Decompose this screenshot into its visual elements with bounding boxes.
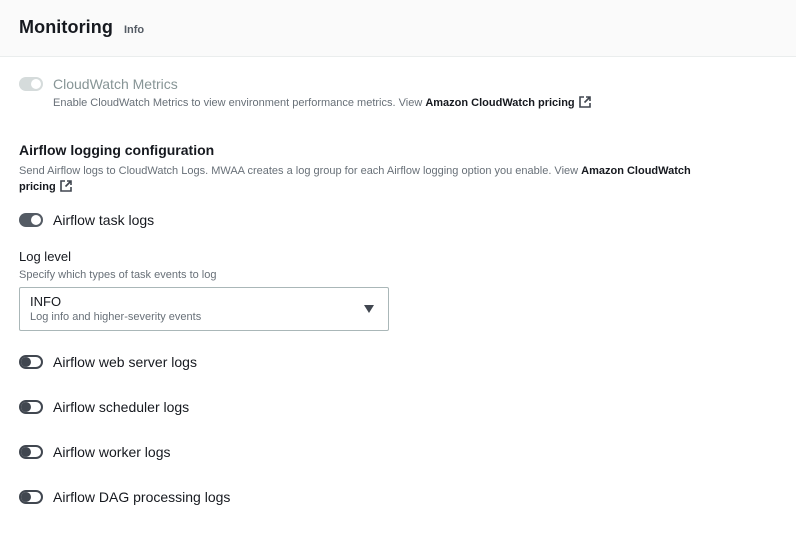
cloudwatch-pricing-link[interactable]: Amazon CloudWatch pricing <box>425 97 574 109</box>
worker-logs-label: Airflow worker logs <box>53 444 171 460</box>
monitoring-header: Monitoring Info <box>0 0 796 57</box>
scheduler-logs-label: Airflow scheduler logs <box>53 399 190 415</box>
cloudwatch-description-text: Enable CloudWatch Metrics to view enviro… <box>53 97 426 109</box>
logging-description-text: Send Airflow logs to CloudWatch Logs. MW… <box>19 165 582 177</box>
cloudwatch-metrics-label: CloudWatch Metrics <box>53 76 178 92</box>
worker-logs-toggle[interactable] <box>19 445 43 459</box>
task-logs-label: Airflow task logs <box>53 212 155 228</box>
cloudwatch-metrics-toggle[interactable] <box>19 77 43 91</box>
external-link-icon[interactable] <box>578 96 591 113</box>
log-level-description: Specify which types of task events to lo… <box>19 269 217 281</box>
cloudwatch-metrics-row: CloudWatch Metrics <box>19 76 777 92</box>
logging-pricing-link[interactable]: Amazon CloudWatch <box>581 165 691 177</box>
dag-processing-logs-toggle[interactable] <box>19 490 43 504</box>
log-level-label: Log level <box>19 249 72 264</box>
task-logs-row: Airflow task logs <box>19 212 777 228</box>
web-server-logs-label: Airflow web server logs <box>53 354 197 370</box>
log-level-select[interactable]: INFO Log info and higher-severity events <box>19 287 389 331</box>
web-server-logs-toggle[interactable] <box>19 355 43 369</box>
dag-processing-logs-row: Airflow DAG processing logs <box>19 489 777 505</box>
log-level-selected-description: Log info and higher-severity events <box>30 311 202 323</box>
monitoring-content: CloudWatch Metrics Enable CloudWatch Met… <box>0 76 796 505</box>
page-title: Monitoring <box>19 17 113 37</box>
info-link[interactable]: Info <box>124 24 144 36</box>
web-server-logs-row: Airflow web server logs <box>19 354 777 370</box>
worker-logs-row: Airflow worker logs <box>19 444 777 460</box>
task-logs-toggle[interactable] <box>19 213 43 227</box>
scheduler-logs-toggle[interactable] <box>19 400 43 414</box>
log-level-selected-value: INFO <box>30 294 62 309</box>
caret-down-icon <box>364 305 374 313</box>
dag-processing-logs-label: Airflow DAG processing logs <box>53 489 231 505</box>
logging-description: Send Airflow logs to CloudWatch Logs. MW… <box>19 163 774 197</box>
cloudwatch-metrics-description: Enable CloudWatch Metrics to view enviro… <box>53 95 777 113</box>
scheduler-logs-row: Airflow scheduler logs <box>19 399 777 415</box>
logging-pricing-link-cont[interactable]: pricing <box>19 181 56 193</box>
logging-section-title: Airflow logging configuration <box>19 142 215 158</box>
external-link-icon[interactable] <box>59 180 72 197</box>
